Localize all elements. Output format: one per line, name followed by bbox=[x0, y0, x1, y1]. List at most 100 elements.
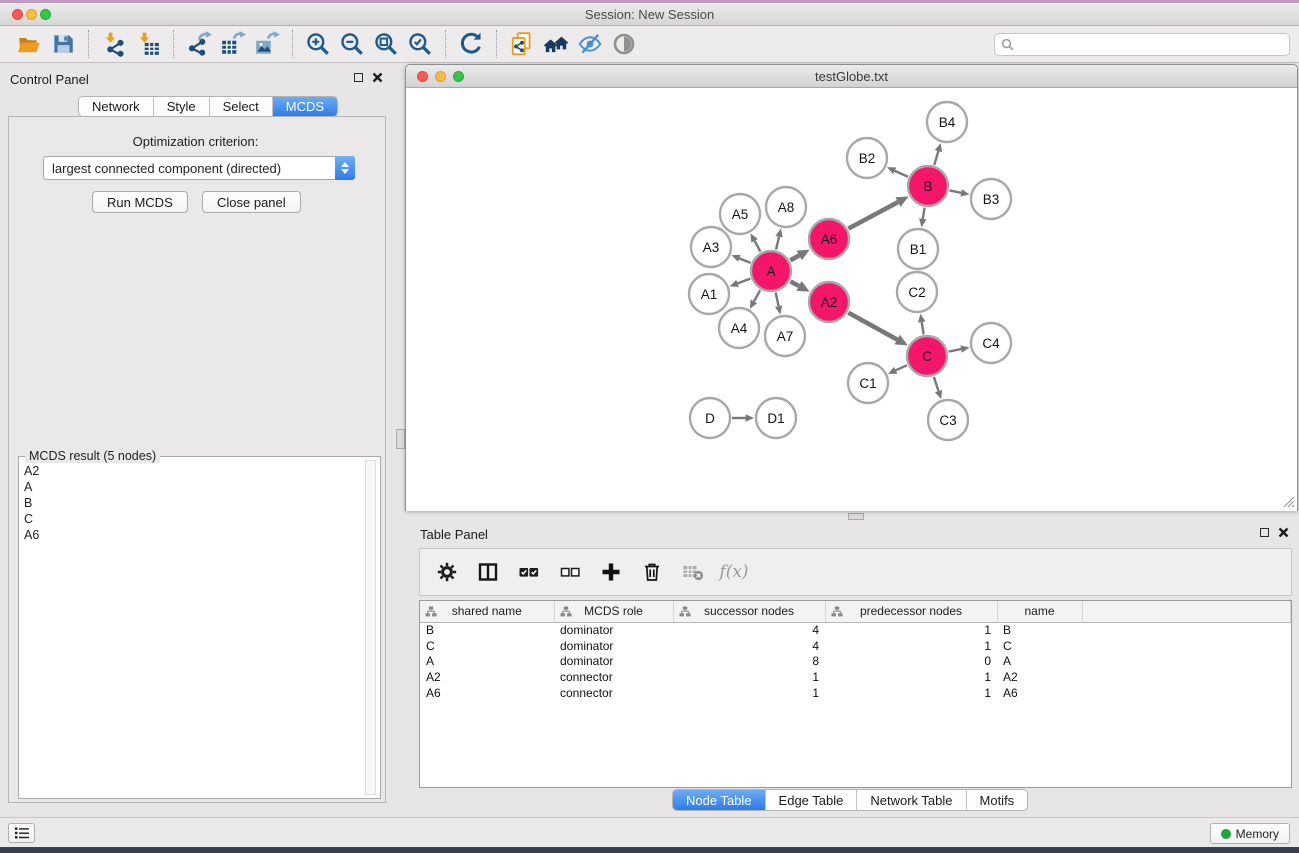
attribute-icon bbox=[831, 606, 843, 617]
window-resize-grip[interactable] bbox=[1282, 495, 1295, 508]
export-table-button[interactable] bbox=[216, 29, 250, 59]
tab-select[interactable]: Select bbox=[210, 97, 273, 116]
open-session-button[interactable] bbox=[12, 29, 46, 59]
float-panel-icon[interactable] bbox=[1260, 528, 1269, 537]
import-network-button[interactable] bbox=[97, 29, 131, 59]
graph-node-label: C4 bbox=[982, 336, 1000, 351]
column-header-predecessor-nodes[interactable]: predecessor nodes bbox=[825, 601, 997, 622]
graph-edge-A-A2[interactable] bbox=[790, 281, 799, 286]
close-panel-icon[interactable] bbox=[1278, 527, 1289, 538]
table-cell: C bbox=[420, 638, 554, 654]
network-window-titlebar[interactable]: testGlobe.txt bbox=[406, 65, 1297, 88]
memory-button[interactable]: Memory bbox=[1210, 823, 1290, 844]
table-row[interactable]: A6connector11A6 bbox=[420, 685, 1291, 701]
import-table-icon bbox=[135, 31, 161, 57]
import-table-button[interactable] bbox=[131, 29, 165, 59]
tab-mcds[interactable]: MCDS bbox=[273, 97, 337, 116]
hide-selection-button[interactable] bbox=[573, 29, 607, 59]
graph-edge-arrowhead bbox=[730, 280, 739, 287]
plus-icon bbox=[600, 561, 622, 583]
table-row[interactable]: Bdominator41B bbox=[420, 622, 1291, 638]
column-header-name[interactable]: name bbox=[997, 601, 1082, 622]
refresh-button[interactable] bbox=[454, 29, 488, 59]
close-panel-button[interactable]: Close panel bbox=[202, 191, 301, 213]
delete-column-button[interactable] bbox=[640, 560, 664, 584]
tab-edge-table[interactable]: Edge Table bbox=[766, 790, 858, 810]
column-header-successor-nodes[interactable]: successor nodes bbox=[673, 601, 825, 622]
select-all-button[interactable] bbox=[517, 560, 541, 584]
table-row[interactable]: Cdominator41C bbox=[420, 638, 1291, 654]
graph-node-label: C2 bbox=[908, 285, 925, 300]
graph-edge-A-A7[interactable] bbox=[776, 293, 779, 307]
graph-edge-B-B3[interactable] bbox=[950, 190, 962, 192]
import-network-icon bbox=[101, 31, 127, 57]
graph-edge-A2-C[interactable] bbox=[848, 313, 897, 340]
window-title: Session: New Session bbox=[0, 7, 1299, 22]
graph-edge-A-A1[interactable] bbox=[738, 279, 751, 284]
tab-network[interactable]: Network bbox=[79, 97, 154, 116]
close-panel-icon[interactable] bbox=[372, 72, 383, 83]
graph-edge-A-A8[interactable] bbox=[776, 237, 779, 250]
function-builder-button-disabled: f(x) bbox=[722, 560, 746, 584]
column-header-shared-name[interactable]: shared name bbox=[420, 601, 554, 622]
zoom-fit-button[interactable] bbox=[369, 29, 403, 59]
graph-edge-C-C4[interactable] bbox=[949, 349, 962, 352]
table-row[interactable]: Adominator80A bbox=[420, 654, 1291, 670]
zoom-out-button[interactable] bbox=[335, 29, 369, 59]
table-settings-button[interactable] bbox=[435, 560, 459, 584]
save-session-button[interactable] bbox=[46, 29, 80, 59]
run-mcds-button[interactable]: Run MCDS bbox=[92, 191, 188, 213]
export-image-button[interactable] bbox=[250, 29, 284, 59]
table-row[interactable]: A2connector11A2 bbox=[420, 669, 1291, 685]
tab-node-table[interactable]: Node Table bbox=[673, 790, 766, 810]
export-network-button[interactable] bbox=[182, 29, 216, 59]
vertical-splitter-handle[interactable] bbox=[396, 429, 405, 449]
toolbar-separator bbox=[496, 30, 497, 58]
graph-node-label: B bbox=[923, 179, 932, 194]
mcds-result-scrollbar[interactable] bbox=[365, 460, 376, 795]
graph-edge-B-B2[interactable] bbox=[895, 171, 908, 177]
search-input[interactable] bbox=[1014, 37, 1283, 53]
graph-edge-C-C2[interactable] bbox=[922, 322, 924, 334]
float-panel-icon[interactable] bbox=[354, 73, 363, 82]
control-panel-window-controls bbox=[354, 72, 383, 83]
search-field[interactable] bbox=[994, 33, 1290, 56]
graph-edge-B-B4[interactable] bbox=[934, 151, 938, 165]
network-graph-canvas[interactable]: AA1A2A3A4A5A6A7A8BB1B2B3B4CC1C2C3C4DD1 bbox=[406, 88, 1297, 511]
zoom-in-button[interactable] bbox=[301, 29, 335, 59]
deselect-all-button[interactable] bbox=[558, 560, 582, 584]
table-cell: A bbox=[997, 654, 1082, 670]
optimization-criterion-dropdown[interactable]: largest connected component (directed) bbox=[43, 156, 355, 180]
graph-edge-A-A5[interactable] bbox=[755, 241, 761, 252]
show-column-button[interactable] bbox=[476, 560, 500, 584]
clone-network-button[interactable] bbox=[505, 29, 539, 59]
graph-edge-arrowhead bbox=[960, 189, 969, 196]
graph-edge-C-C3[interactable] bbox=[934, 377, 939, 391]
show-all-networks-button[interactable] bbox=[539, 29, 573, 59]
mcds-result-item[interactable]: A6 bbox=[21, 527, 362, 543]
graph-node-label: B2 bbox=[859, 151, 876, 166]
graph-edge-A-A4[interactable] bbox=[754, 290, 760, 301]
mcds-result-item[interactable]: C bbox=[21, 511, 362, 527]
tab-style[interactable]: Style bbox=[154, 97, 210, 116]
show-grouped-button[interactable] bbox=[607, 29, 641, 59]
mcds-result-item[interactable]: A bbox=[21, 479, 362, 495]
graph-edge-A6-B[interactable] bbox=[848, 202, 898, 229]
graph-node-label: A8 bbox=[778, 200, 795, 215]
toolbar-separator bbox=[292, 30, 293, 58]
show-panels-button[interactable] bbox=[8, 823, 35, 843]
graph-edge-A-A3[interactable] bbox=[739, 258, 750, 263]
mcds-result-item[interactable]: B bbox=[21, 495, 362, 511]
graph-edge-B-B1[interactable] bbox=[923, 208, 925, 219]
tab-motifs[interactable]: Motifs bbox=[967, 790, 1028, 810]
mcds-result-item[interactable]: A2 bbox=[21, 463, 362, 479]
node-table: shared nameMCDS rolesuccessor nodesprede… bbox=[420, 601, 1291, 701]
add-column-button[interactable] bbox=[599, 560, 623, 584]
graph-edge-arrowhead bbox=[918, 314, 925, 323]
graph-edge-C-C1[interactable] bbox=[896, 365, 907, 370]
zoom-selected-button[interactable] bbox=[403, 29, 437, 59]
column-header-MCDS-role[interactable]: MCDS role bbox=[554, 601, 673, 622]
graph-edge-A-A6[interactable] bbox=[790, 255, 799, 260]
table-panel-window-controls bbox=[1260, 527, 1289, 538]
tab-network-table[interactable]: Network Table bbox=[857, 790, 966, 810]
